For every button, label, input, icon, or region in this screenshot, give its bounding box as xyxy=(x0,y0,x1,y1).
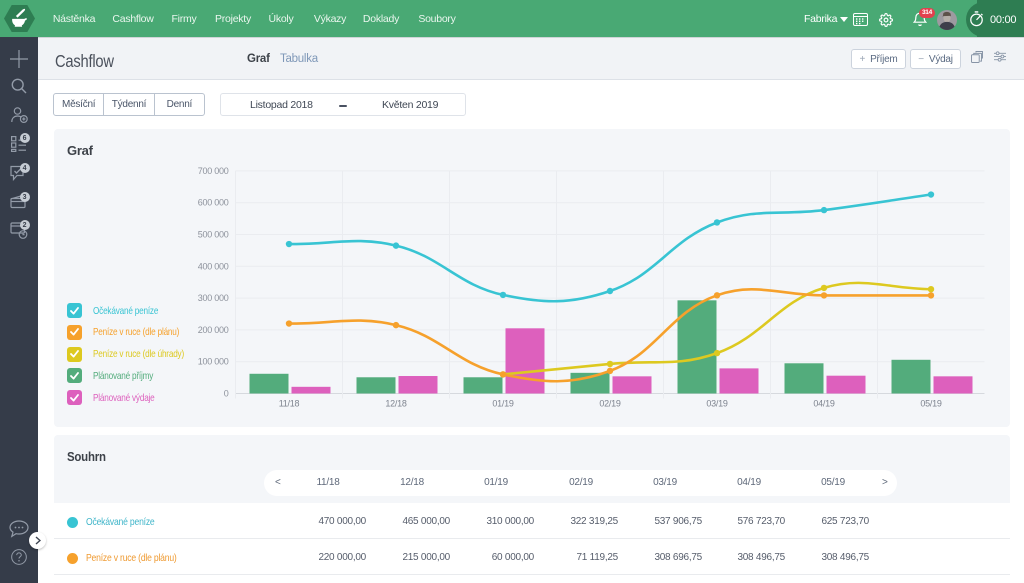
svg-text:0: 0 xyxy=(224,389,229,399)
svg-text:100 000: 100 000 xyxy=(198,357,229,367)
svg-text:200 000: 200 000 xyxy=(198,325,229,335)
svg-text:04/19: 04/19 xyxy=(813,399,835,409)
svg-text:01/19: 01/19 xyxy=(492,399,514,409)
svg-text:02/19: 02/19 xyxy=(599,399,621,409)
svg-text:12/18: 12/18 xyxy=(385,399,407,409)
svg-text:700 000: 700 000 xyxy=(198,166,229,176)
svg-text:05/19: 05/19 xyxy=(920,399,942,409)
svg-text:03/19: 03/19 xyxy=(706,399,728,409)
svg-text:500 000: 500 000 xyxy=(198,230,229,240)
svg-text:11/18: 11/18 xyxy=(279,399,300,409)
svg-text:400 000: 400 000 xyxy=(198,261,229,271)
svg-text:600 000: 600 000 xyxy=(198,198,229,208)
svg-text:300 000: 300 000 xyxy=(198,293,229,303)
